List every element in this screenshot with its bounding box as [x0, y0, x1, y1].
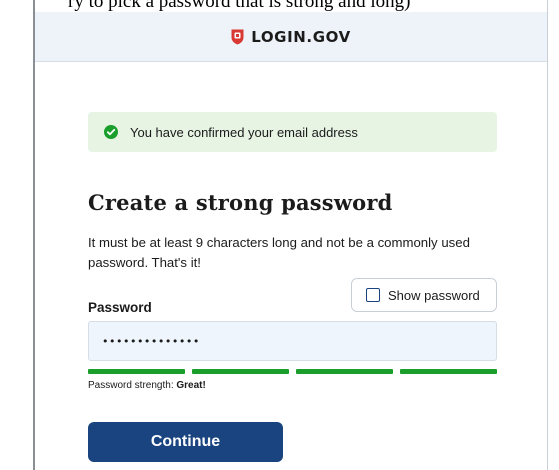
check-circle-icon: [104, 125, 118, 139]
strength-value: Great!: [176, 380, 206, 391]
alert-message: You have confirmed your email address: [130, 124, 358, 140]
strength-segment: [400, 369, 497, 374]
password-label: Password: [88, 300, 152, 315]
frame-right-border: [547, 0, 548, 470]
cropped-caption: ry to pick a password that is strong and…: [0, 0, 559, 12]
shield-logo-icon: [231, 29, 244, 44]
continue-button[interactable]: Continue: [88, 422, 283, 462]
password-requirements: It must be at least 9 characters long an…: [88, 235, 470, 270]
caption-text: ry to pick a password that is strong and…: [68, 0, 411, 12]
show-password-label: Show password: [388, 287, 480, 303]
password-strength-text: Password strength: Great!: [88, 380, 206, 391]
brand-logo-text[interactable]: LOGIN.GOV: [251, 28, 351, 46]
show-password-checkbox[interactable]: [366, 288, 380, 302]
strength-segment: [192, 369, 289, 374]
frame-left-border: [33, 0, 35, 470]
strength-label: Password strength:: [88, 380, 177, 391]
page-title: Create a strong password: [88, 190, 393, 215]
success-alert: You have confirmed your email address: [88, 112, 497, 152]
show-password-toggle[interactable]: Show password: [351, 278, 497, 312]
strength-segment: [88, 369, 185, 374]
password-input[interactable]: ••••••••••••••: [88, 321, 497, 361]
password-strength-meter: [88, 369, 497, 374]
strength-segment: [296, 369, 393, 374]
site-header: LOGIN.GOV: [35, 12, 547, 62]
